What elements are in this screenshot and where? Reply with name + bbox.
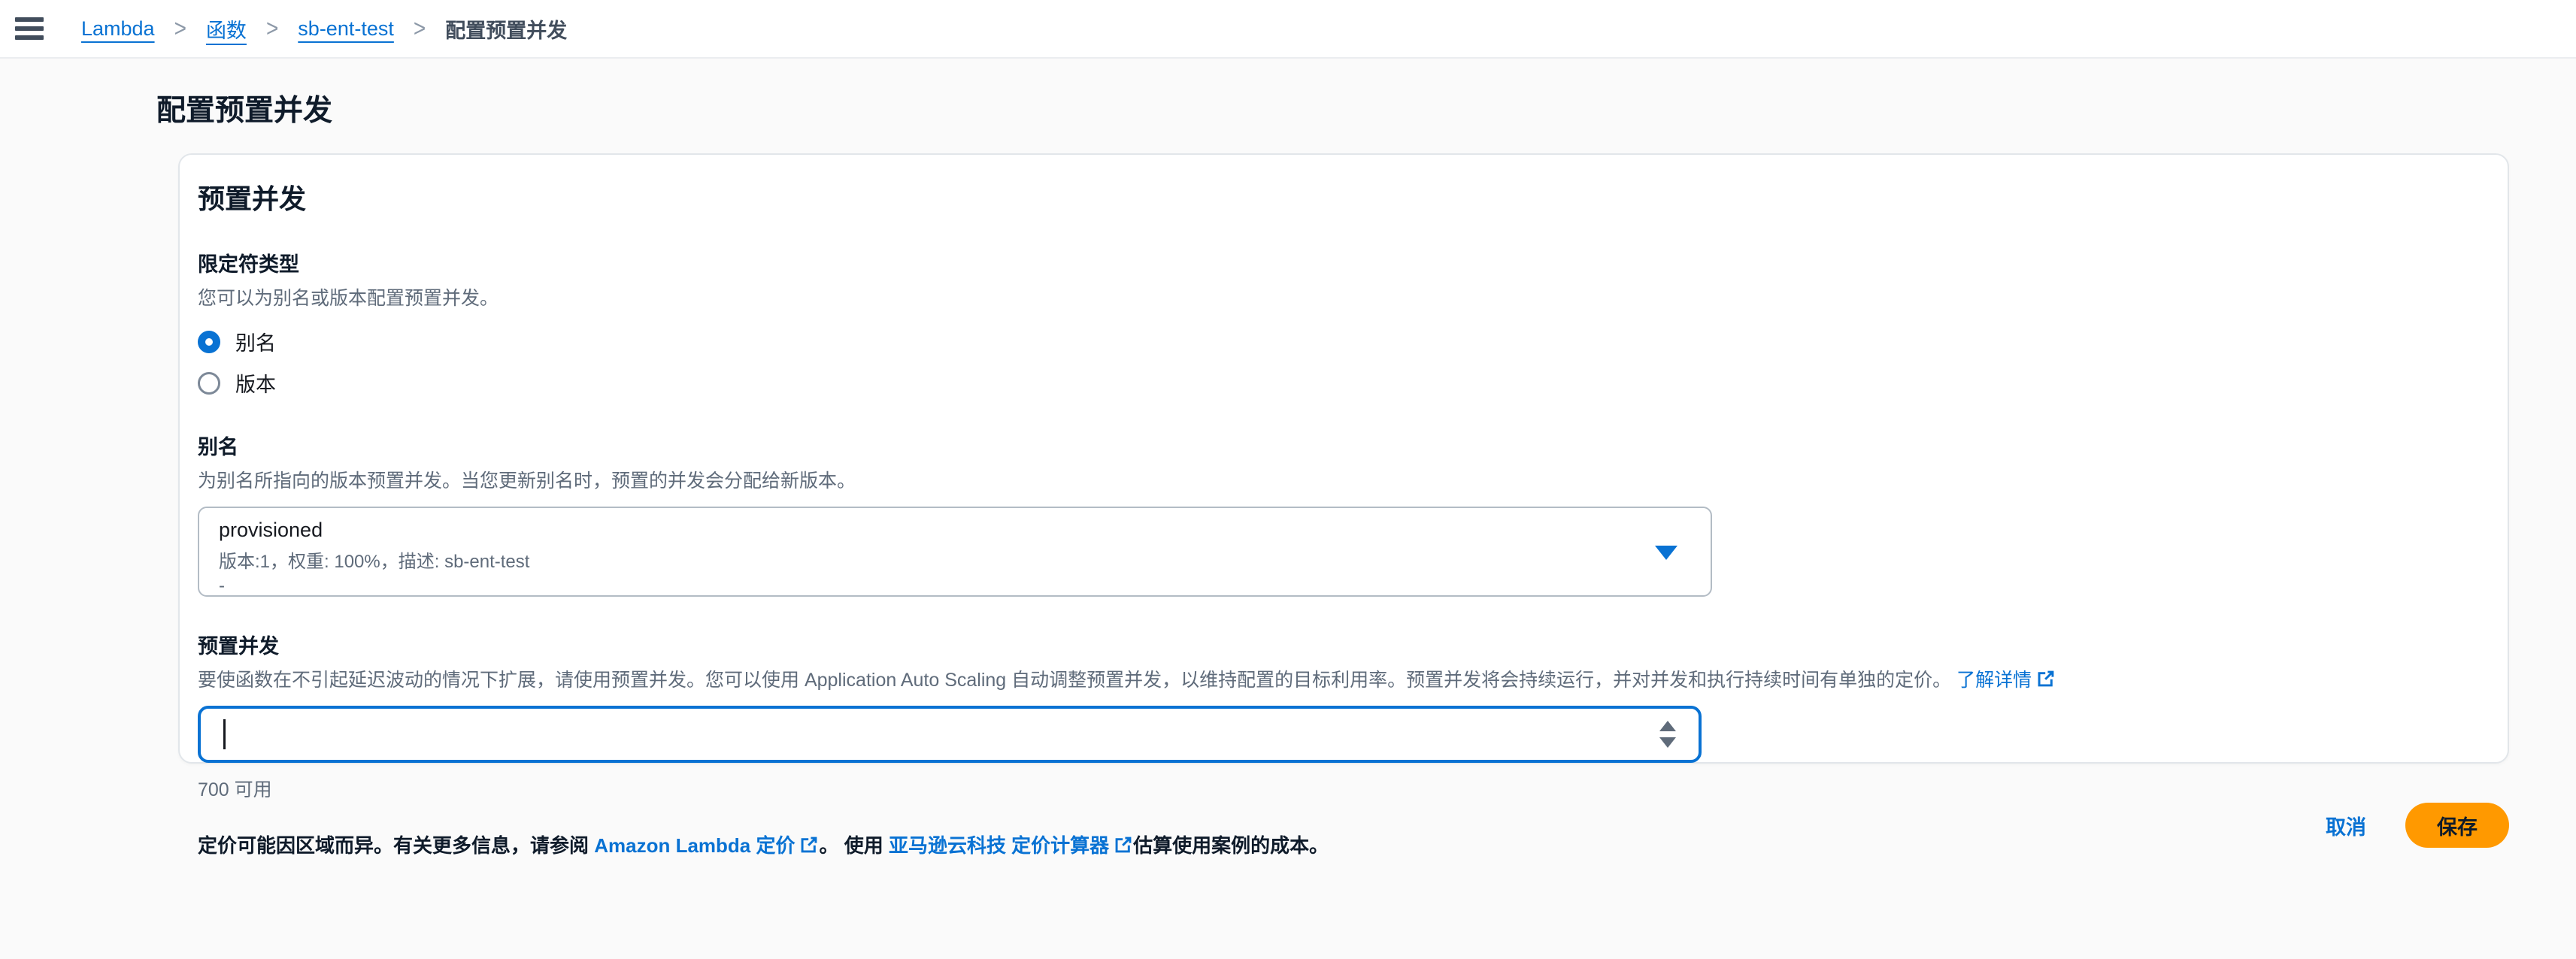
alias-select-detail2: -: [219, 576, 1650, 597]
breadcrumb-functions[interactable]: 函数: [206, 14, 247, 44]
alias-description: 为别名所指向的版本预置并发。当您更新别名时，预置的并发会分配给新版本。: [198, 466, 2478, 493]
learn-more-link[interactable]: 了解详情: [1956, 670, 2056, 691]
provisioned-concurrency-input[interactable]: [198, 706, 1702, 763]
cancel-button[interactable]: 取消: [2326, 811, 2366, 840]
chevron-right-icon: >: [266, 15, 278, 43]
alias-section: 别名 为别名所指向的版本预置并发。当您更新别名时，预置的并发会分配给新版本。 p…: [198, 431, 2478, 597]
radio-selected-icon[interactable]: [198, 331, 220, 353]
provisioned-concurrency-label: 预置并发: [198, 630, 2478, 659]
pricing-text-2: 。 使用: [819, 834, 888, 857]
qualifier-type-description: 您可以为别名或版本配置预置并发。: [198, 283, 2478, 310]
page-title: 配置预置并发: [156, 87, 2576, 129]
pricing-text-3: 估算使用案例的成本。: [1133, 834, 1329, 857]
provisioned-concurrency-card: 预置并发 限定符类型 您可以为别名或版本配置预置并发。 别名 版本 别名 为别名…: [178, 153, 2509, 764]
alias-label: 别名: [198, 431, 2478, 460]
provisioned-concurrency-input-wrap: [198, 706, 1702, 763]
number-stepper[interactable]: [1659, 721, 1676, 748]
breadcrumb-current-page: 配置预置并发: [445, 14, 567, 44]
radio-unselected-icon[interactable]: [198, 372, 220, 395]
text-cursor: [223, 719, 226, 749]
breadcrumb-lambda[interactable]: Lambda: [81, 17, 155, 41]
breadcrumb-function-name[interactable]: sb-ent-test: [298, 17, 394, 41]
external-link-icon: [1114, 835, 1133, 855]
external-link-icon: [799, 835, 819, 855]
provisioned-concurrency-description-text: 要使函数在不引起延迟波动的情况下扩展，请使用预置并发。您可以使用 Applica…: [198, 670, 1951, 691]
chevron-right-icon: >: [174, 15, 186, 43]
breadcrumb: Lambda > 函数 > sb-ent-test > 配置预置并发: [81, 14, 567, 44]
radio-option-alias[interactable]: 别名: [198, 327, 2478, 356]
alias-select-value: provisioned: [219, 519, 1650, 542]
stepper-up-icon[interactable]: [1659, 721, 1676, 731]
pricing-calculator-link[interactable]: 亚马逊云科技 定价计算器: [889, 834, 1133, 857]
save-button[interactable]: 保存: [2405, 803, 2509, 848]
hamburger-menu-icon[interactable]: [12, 14, 47, 43]
alias-select[interactable]: provisioned 版本:1，权重: 100%，描述: sb-ent-tes…: [198, 507, 1712, 597]
caret-down-icon: [1655, 546, 1677, 560]
qualifier-type-section: 限定符类型 您可以为别名或版本配置预置并发。 别名 版本: [198, 248, 2478, 398]
radio-option-version[interactable]: 版本: [198, 368, 2478, 398]
external-link-icon: [2036, 669, 2056, 688]
provisioned-concurrency-description: 要使函数在不引起延迟波动的情况下扩展，请使用预置并发。您可以使用 Applica…: [198, 665, 2478, 692]
pricing-text-1: 定价可能因区域而异。有关更多信息，请参阅: [198, 834, 594, 857]
qualifier-radio-group: 别名 版本: [198, 327, 2478, 398]
learn-more-label: 了解详情: [1956, 670, 2032, 691]
lambda-pricing-link[interactable]: Amazon Lambda 定价: [594, 834, 819, 857]
radio-option-version-label: 版本: [235, 368, 276, 398]
alias-select-detail: 版本:1，权重: 100%，描述: sb-ent-test: [219, 546, 1650, 573]
qualifier-type-label: 限定符类型: [198, 248, 2478, 277]
chevron-right-icon: >: [414, 15, 426, 43]
card-title: 预置并发: [198, 177, 2478, 216]
top-navigation-bar: Lambda > 函数 > sb-ent-test > 配置预置并发: [0, 0, 2576, 59]
provisioned-concurrency-section: 预置并发 要使函数在不引起延迟波动的情况下扩展，请使用预置并发。您可以使用 Ap…: [198, 630, 2478, 802]
availability-note: 700 可用: [198, 775, 2478, 802]
pricing-calculator-link-label: 亚马逊云科技 定价计算器: [889, 834, 1109, 857]
stepper-down-icon[interactable]: [1659, 737, 1676, 748]
lambda-pricing-link-label: Amazon Lambda 定价: [594, 834, 795, 857]
radio-option-alias-label: 别名: [235, 327, 276, 356]
